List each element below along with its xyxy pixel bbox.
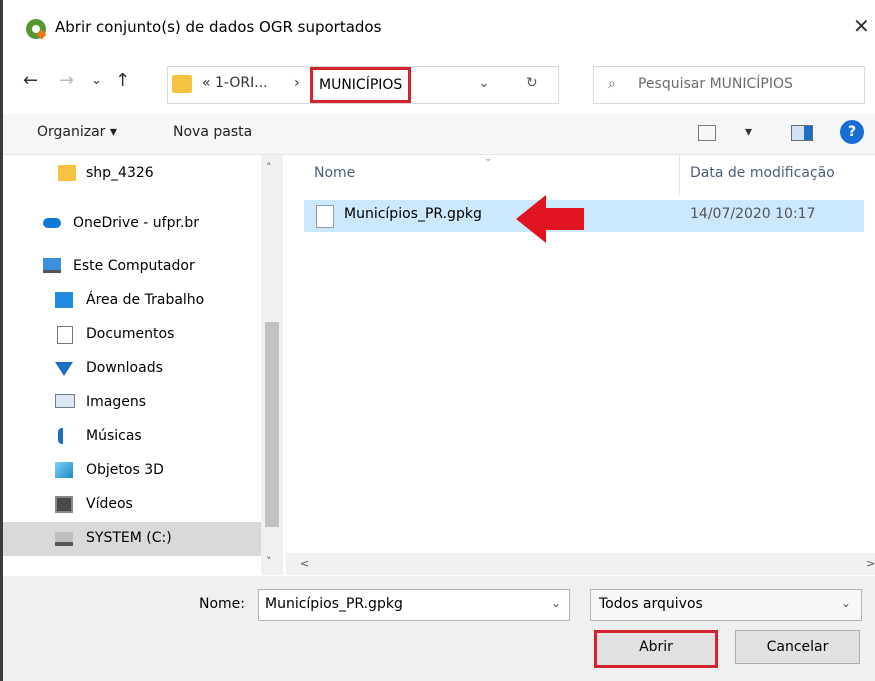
scroll-left-icon[interactable]: <	[300, 557, 309, 570]
objects-3d-icon	[55, 462, 73, 478]
organize-button[interactable]: Organizar ▾	[37, 124, 117, 140]
refresh-icon[interactable]: ↻	[526, 75, 538, 91]
file-modified-date: 14/07/2020 10:17	[690, 206, 816, 222]
chevron-down-icon[interactable]: ⌄	[841, 596, 851, 610]
sidebar-item-label: Vídeos	[86, 496, 133, 512]
close-icon[interactable]: ✕	[853, 14, 870, 38]
help-icon[interactable]: ?	[840, 120, 864, 144]
sidebar-item-pictures[interactable]: Imagens	[3, 386, 261, 420]
sidebar-item-label: Objetos 3D	[86, 462, 164, 478]
sidebar-item-label: Este Computador	[73, 258, 195, 274]
computer-icon	[43, 258, 61, 273]
drive-icon	[55, 532, 73, 546]
music-icon	[58, 428, 63, 444]
title-bar: Abrir conjunto(s) de dados OGR suportado…	[3, 0, 875, 60]
sidebar-item-music[interactable]: Músicas	[3, 420, 261, 454]
view-options-icon[interactable]	[698, 125, 716, 141]
navigation-bar: ← → ⌄ ↑ « 1-ORI... › MUNICÍPIOS ⌄ ↻ ⌕ Pe…	[3, 60, 875, 108]
qgis-icon	[26, 19, 46, 39]
chevron-down-icon[interactable]: ⌄	[551, 596, 561, 610]
sidebar-item-downloads[interactable]: Downloads	[3, 352, 261, 386]
downloads-icon	[55, 362, 73, 376]
search-icon: ⌕	[608, 76, 616, 92]
column-header-name[interactable]: Nome	[314, 165, 355, 181]
sidebar-item-documents[interactable]: Documentos	[3, 318, 261, 352]
scrollbar-thumb[interactable]	[265, 322, 279, 527]
desktop-icon	[55, 292, 73, 308]
sidebar-item-shp-4326[interactable]: shp_4326	[3, 157, 261, 191]
breadcrumb-separator[interactable]: ›	[294, 75, 300, 91]
filename-field[interactable]: Municípios_PR.gpkg ⌄	[258, 589, 570, 621]
file-list-pane: ⌄ Nome Data de modificação Municípios_PR…	[286, 153, 875, 575]
sidebar-item-label: OneDrive - ufpr.br	[73, 215, 200, 231]
cancel-button[interactable]: Cancelar	[735, 630, 860, 664]
sidebar-item-this-pc[interactable]: Este Computador	[3, 250, 261, 284]
dialog-title: Abrir conjunto(s) de dados OGR suportado…	[55, 18, 382, 36]
breadcrumb-current[interactable]: MUNICÍPIOS	[310, 67, 412, 103]
open-button[interactable]: Abrir	[594, 630, 718, 668]
sidebar-item-label: Documentos	[86, 326, 175, 342]
sidebar-item-label: Músicas	[86, 428, 142, 444]
horizontal-scrollbar[interactable]: < >	[286, 553, 875, 575]
folder-icon	[58, 165, 76, 181]
chevron-down-icon[interactable]: ⌄	[478, 75, 490, 91]
forward-arrow-icon[interactable]: →	[59, 70, 74, 91]
red-arrow-annotation-icon	[516, 195, 584, 243]
sidebar-item-3d-objects[interactable]: Objetos 3D	[3, 454, 261, 488]
filetype-value: Todos arquivos	[599, 596, 703, 612]
view-dropdown-icon[interactable]: ▾	[745, 124, 752, 140]
folder-icon	[172, 75, 192, 93]
sidebar-item-onedrive[interactable]: OneDrive - ufpr.br	[3, 207, 261, 241]
file-icon	[316, 205, 334, 228]
search-box[interactable]: ⌕ Pesquisar MUNICÍPIOS	[593, 66, 865, 104]
sidebar-item-label: SYSTEM (C:)	[86, 530, 172, 546]
recent-locations-icon[interactable]: ⌄	[91, 73, 102, 88]
breadcrumb-parent[interactable]: « 1-ORI...	[202, 75, 268, 91]
back-arrow-icon[interactable]: ←	[23, 70, 38, 91]
videos-icon	[55, 496, 73, 513]
filename-label: Nome:	[199, 596, 246, 612]
preview-pane-icon[interactable]	[791, 125, 813, 141]
sidebar-item-label: Área de Trabalho	[86, 292, 205, 308]
column-divider[interactable]	[679, 155, 680, 195]
cloud-icon	[43, 218, 61, 228]
search-placeholder[interactable]: Pesquisar MUNICÍPIOS	[638, 76, 793, 92]
up-arrow-icon[interactable]: ↑	[115, 70, 130, 91]
address-bar[interactable]: « 1-ORI... › MUNICÍPIOS ⌄ ↻	[167, 66, 559, 104]
navigation-pane: shp_4326 OneDrive - ufpr.br Este Computa…	[3, 155, 283, 575]
file-name: Municípios_PR.gpkg	[344, 206, 482, 222]
open-dataset-dialog: Abrir conjunto(s) de dados OGR suportado…	[0, 0, 875, 681]
sort-indicator-icon: ⌄	[484, 153, 493, 164]
documents-icon	[57, 326, 73, 344]
sidebar-item-videos[interactable]: Vídeos	[3, 488, 261, 522]
scroll-down-icon[interactable]: ˅	[266, 555, 272, 568]
sidebar-item-system-drive[interactable]: SYSTEM (C:)	[3, 522, 261, 556]
sidebar-item-label: Imagens	[86, 394, 147, 410]
scroll-right-icon[interactable]: >	[866, 557, 875, 570]
column-header-modified[interactable]: Data de modificação	[690, 165, 835, 181]
filetype-select[interactable]: Todos arquivos ⌄	[590, 589, 862, 621]
filename-value[interactable]: Municípios_PR.gpkg	[265, 596, 403, 612]
sidebar-item-label: shp_4326	[86, 165, 154, 181]
sidebar-scrollbar[interactable]: ˄ ˅	[261, 155, 283, 575]
sidebar-item-label: Downloads	[86, 360, 163, 376]
new-folder-button[interactable]: Nova pasta	[173, 124, 252, 140]
pictures-icon	[55, 394, 75, 408]
command-toolbar: Organizar ▾ Nova pasta ▾ ?	[3, 114, 875, 155]
sidebar-item-desktop[interactable]: Área de Trabalho	[3, 284, 261, 318]
dialog-footer: Nome: Municípios_PR.gpkg ⌄ Todos arquivo…	[3, 576, 875, 681]
scroll-up-icon[interactable]: ˄	[266, 161, 272, 174]
